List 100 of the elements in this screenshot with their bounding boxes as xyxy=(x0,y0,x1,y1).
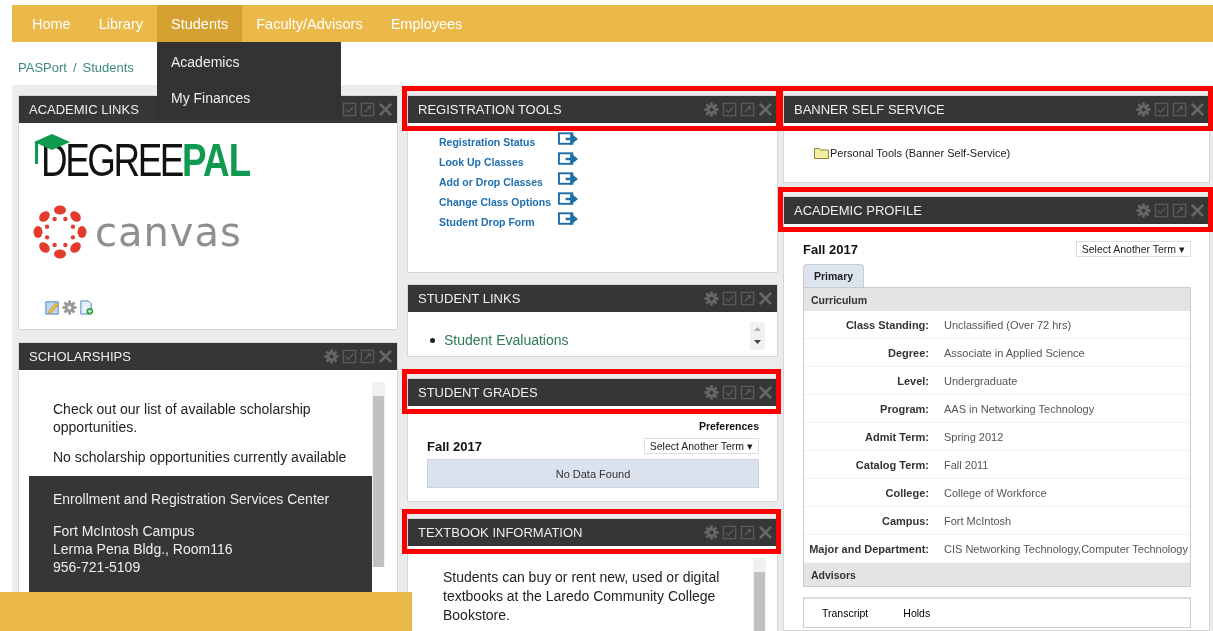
maximize-icon[interactable] xyxy=(360,349,375,364)
field-value: Fall 2011 xyxy=(944,458,990,471)
info-text: Students can buy or rent new, used or digital textbooks at the Laredo Community College Bookstore. xyxy=(443,568,721,625)
portlet-title: ACADEMIC PROFILE xyxy=(794,203,922,218)
breadcrumb-link[interactable]: Students xyxy=(82,60,134,75)
logo-text[interactable]: DEGREEPAL xyxy=(41,137,251,183)
edit-icon[interactable] xyxy=(45,300,60,315)
breadcrumb-separator: / xyxy=(72,60,77,75)
contact-line: Lerma Pena Bldg., Room116 xyxy=(53,540,234,558)
profile-link[interactable]: Holds xyxy=(903,607,931,619)
contact-line: 956-721-5109 xyxy=(53,558,142,576)
scroll-arrows-icon[interactable] xyxy=(750,322,765,350)
restore-icon[interactable] xyxy=(722,525,737,540)
portlet-title: STUDENT GRADES xyxy=(418,385,538,400)
settings-icon[interactable] xyxy=(704,102,719,117)
restore-icon[interactable] xyxy=(342,102,357,117)
exit-arrow-icon[interactable] xyxy=(558,131,579,147)
restore-icon[interactable] xyxy=(722,102,737,117)
portlet-title: REGISTRATION TOOLS xyxy=(418,102,562,117)
registration-link[interactable]: Student Drop Form xyxy=(439,216,558,228)
field-label: Program: xyxy=(879,402,929,415)
term-select[interactable]: Select Another Term ▾ xyxy=(1075,241,1191,257)
settings-icon[interactable] xyxy=(62,300,77,315)
contact-title: Enrollment and Registration Services Center xyxy=(53,490,331,508)
restore-icon[interactable] xyxy=(722,385,737,400)
section-header: Curriculum xyxy=(804,288,1190,311)
close-icon[interactable] xyxy=(758,102,773,117)
folder-link[interactable]: Personal Tools (Banner Self-Service) xyxy=(830,147,1011,159)
portlet-title: STUDENT LINKS xyxy=(418,291,521,306)
close-icon[interactable] xyxy=(758,291,773,306)
close-icon[interactable] xyxy=(378,102,393,117)
profile-tab[interactable]: Primary xyxy=(803,264,865,287)
field-value: Associate in Applied Science xyxy=(944,346,1086,359)
info-text: No scholarship opportunities currently available xyxy=(53,448,348,466)
term-select[interactable]: Select Another Term ▾ xyxy=(643,438,759,454)
maximize-icon[interactable] xyxy=(740,385,755,400)
restore-icon[interactable] xyxy=(1154,102,1169,117)
field-label: Degree: xyxy=(887,346,929,359)
field-value: Spring 2012 xyxy=(944,430,1005,443)
close-icon[interactable] xyxy=(758,525,773,540)
portlet-title: BANNER SELF SERVICE xyxy=(794,102,945,117)
term-label: Fall 2017 xyxy=(803,241,858,257)
field-value: CIS Networking Technology,Computer Technology xyxy=(944,542,1189,555)
menu-item[interactable]: My Finances xyxy=(157,84,341,120)
field-value: Undergraduate xyxy=(944,374,1019,387)
folder-icon xyxy=(814,147,830,159)
maximize-icon[interactable] xyxy=(1172,203,1187,218)
settings-icon[interactable] xyxy=(1136,203,1151,218)
close-icon[interactable] xyxy=(1190,102,1205,117)
exit-arrow-icon[interactable] xyxy=(558,191,579,207)
empty-message: No Data Found xyxy=(427,459,759,488)
menu-item[interactable]: Academics xyxy=(157,48,341,84)
field-label: College: xyxy=(884,486,929,499)
portlet-title: TEXTBOOK INFORMATION xyxy=(418,525,583,540)
maximize-icon[interactable] xyxy=(1172,102,1187,117)
term-label: Fall 2017 xyxy=(427,438,482,454)
exit-arrow-icon[interactable] xyxy=(558,151,579,167)
field-label: Major and Department: xyxy=(808,542,929,555)
restore-icon[interactable] xyxy=(722,291,737,306)
logo-text[interactable]: canvas xyxy=(95,209,242,255)
registration-link[interactable]: Add or Drop Classes xyxy=(439,176,558,188)
settings-icon[interactable] xyxy=(1136,102,1151,117)
field-label: Catalog Term: xyxy=(854,458,929,471)
settings-icon[interactable] xyxy=(704,525,719,540)
field-label: Campus: xyxy=(880,514,929,527)
portlet-title: ACADEMIC LINKS xyxy=(29,102,139,117)
close-icon[interactable] xyxy=(378,349,393,364)
maximize-icon[interactable] xyxy=(740,102,755,117)
restore-icon[interactable] xyxy=(1154,203,1169,218)
exit-arrow-icon[interactable] xyxy=(558,211,579,227)
field-label: Level: xyxy=(896,374,929,387)
section-header: Advisors xyxy=(804,563,1190,586)
close-icon[interactable] xyxy=(1190,203,1205,218)
registration-link[interactable]: Change Class Options xyxy=(439,196,558,208)
close-icon[interactable] xyxy=(758,385,773,400)
maximize-icon[interactable] xyxy=(360,102,375,117)
profile-link[interactable]: Transcript xyxy=(822,607,869,619)
field-value: Fort McIntosh xyxy=(944,514,1013,527)
portlet-title: SCHOLARSHIPS xyxy=(29,349,131,364)
exit-arrow-icon[interactable] xyxy=(558,171,579,187)
student-link[interactable]: Student Evaluations xyxy=(444,332,569,348)
add-page-icon[interactable] xyxy=(79,300,94,315)
field-value: AAS in Networking Technology xyxy=(944,402,1096,415)
scrollbar[interactable] xyxy=(372,382,385,567)
info-text: Check out our list of available scholarship opportunities. xyxy=(53,400,312,436)
registration-link[interactable]: Look Up Classes xyxy=(439,156,558,168)
field-value: Unclassified (Over 72 hrs) xyxy=(944,318,1073,331)
maximize-icon[interactable] xyxy=(740,525,755,540)
settings-icon[interactable] xyxy=(704,291,719,306)
settings-icon[interactable] xyxy=(704,385,719,400)
registration-link[interactable]: Registration Status xyxy=(439,136,558,148)
bullet-icon xyxy=(430,337,435,343)
restore-icon[interactable] xyxy=(342,349,357,364)
field-label: Class Standing: xyxy=(844,318,929,331)
field-label: Admit Term: xyxy=(864,430,929,443)
breadcrumb-link[interactable]: PASPort xyxy=(18,60,67,75)
maximize-icon[interactable] xyxy=(740,291,755,306)
preferences-link[interactable]: Preferences xyxy=(698,420,759,432)
settings-icon[interactable] xyxy=(324,349,339,364)
canvas-logo-icon xyxy=(33,205,87,259)
